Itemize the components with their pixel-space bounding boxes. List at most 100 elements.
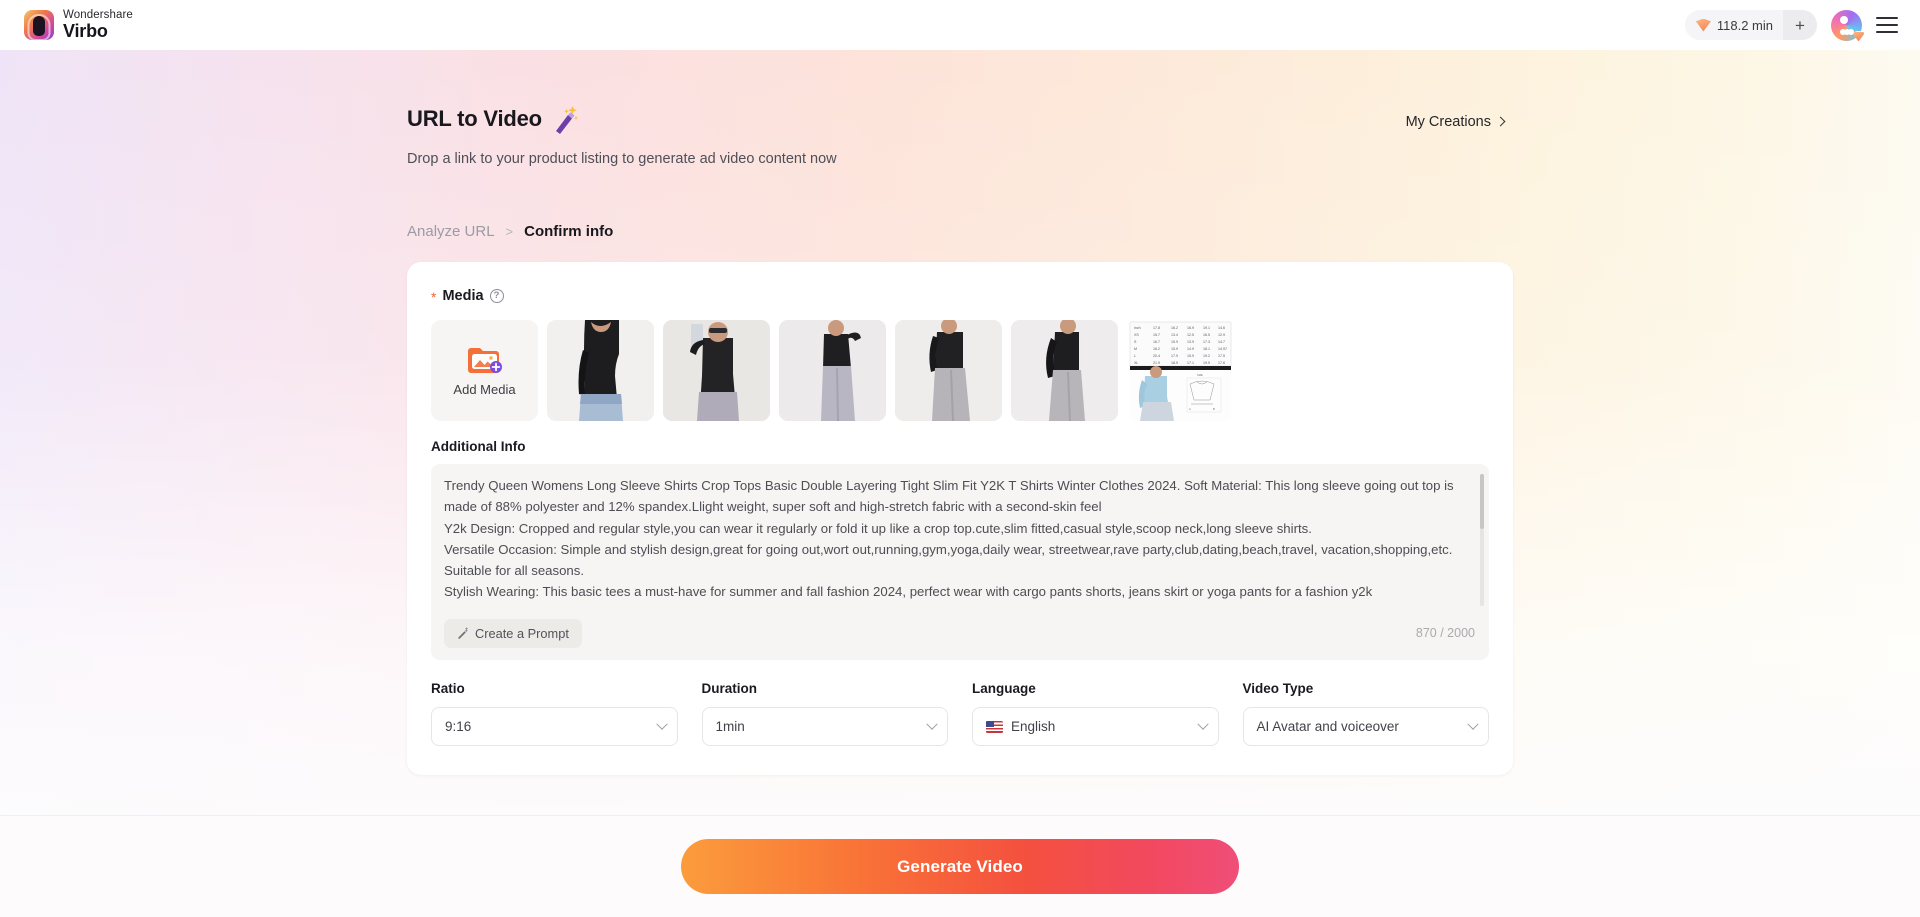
media-thumbnail[interactable] bbox=[1011, 320, 1118, 421]
top-navigation-bar: Wondershare Virbo 118.2 min + bbox=[0, 0, 1920, 50]
brand-logo-group[interactable]: Wondershare Virbo bbox=[24, 8, 133, 41]
svg-text:15.7: 15.7 bbox=[1153, 333, 1160, 337]
ratio-label: Ratio bbox=[431, 681, 465, 696]
settings-fields-row: Ratio 9:16 Duration 1min Language Englis… bbox=[431, 681, 1489, 746]
svg-text:18.1: 18.1 bbox=[1203, 347, 1210, 351]
breadcrumb-step-confirm-info: Confirm info bbox=[524, 223, 614, 240]
svg-text:17.1: 17.1 bbox=[1187, 361, 1194, 365]
svg-text:12.5: 12.5 bbox=[1187, 333, 1194, 337]
svg-text:15.9: 15.9 bbox=[1171, 347, 1178, 351]
svg-text:19.9: 19.9 bbox=[1203, 361, 1210, 365]
svg-text:XS: XS bbox=[1134, 333, 1139, 337]
svg-text:19.2: 19.2 bbox=[1203, 354, 1210, 358]
svg-text:14.9: 14.9 bbox=[1187, 347, 1194, 351]
confirm-info-card: * Media ? Add Media inch 17.8 16.2 16.9 … bbox=[407, 262, 1513, 775]
breadcrumb-separator: > bbox=[505, 224, 514, 239]
virbo-logo-icon bbox=[24, 9, 54, 40]
svg-text:13.4: 13.4 bbox=[1171, 333, 1178, 337]
chevron-down-icon bbox=[926, 718, 938, 730]
my-creations-link[interactable]: My Creations bbox=[1405, 114, 1506, 130]
ratio-select[interactable]: 9:16 bbox=[431, 707, 678, 746]
avatar-premium-badge-icon bbox=[1852, 30, 1865, 42]
media-thumbnail[interactable] bbox=[779, 320, 886, 421]
svg-text:15.9: 15.9 bbox=[1187, 354, 1194, 358]
chevron-down-icon bbox=[1196, 718, 1209, 730]
svg-text:18.9: 18.9 bbox=[1171, 361, 1178, 365]
my-creations-label: My Creations bbox=[1405, 114, 1491, 130]
svg-text:14.97: 14.97 bbox=[1218, 347, 1227, 351]
gem-icon bbox=[1695, 18, 1711, 32]
svg-text:14.6: 14.6 bbox=[1218, 326, 1225, 330]
media-section-label-row: * Media ? bbox=[431, 288, 1489, 304]
ratio-value: 9:16 bbox=[445, 719, 472, 734]
brand-company-name: Wondershare bbox=[63, 8, 133, 21]
svg-text:13.9: 13.9 bbox=[1187, 340, 1194, 344]
svg-text:16.5: 16.5 bbox=[1203, 333, 1210, 337]
add-image-folder-icon bbox=[466, 345, 503, 375]
additional-info-box[interactable]: Trendy Queen Womens Long Sleeve Shirts C… bbox=[431, 464, 1489, 660]
svg-text:A: A bbox=[1189, 407, 1191, 411]
breadcrumb-step-analyze-url[interactable]: Analyze URL bbox=[407, 223, 495, 240]
media-thumbnail-size-chart[interactable]: inch 17.8 16.2 16.9 19.1 14.6 XS 15.7 13.4 12.5 1… bbox=[1127, 320, 1234, 421]
video-type-value: AI Avatar and voiceover bbox=[1256, 719, 1399, 734]
video-type-select[interactable]: AI Avatar and voiceover bbox=[1242, 707, 1489, 746]
language-value-group: English bbox=[986, 719, 1199, 734]
media-section-label: Media bbox=[442, 288, 484, 304]
additional-info-footer: Create a Prompt 870 / 2000 bbox=[431, 606, 1489, 660]
hamburger-menu-icon[interactable] bbox=[1876, 17, 1898, 33]
magic-pen-icon bbox=[457, 627, 469, 639]
svg-text:XL: XL bbox=[1134, 361, 1138, 365]
svg-text:16.9: 16.9 bbox=[1187, 326, 1194, 330]
svg-text:17.3: 17.3 bbox=[1203, 340, 1210, 344]
top-right-controls: 118.2 min + bbox=[1684, 9, 1898, 42]
svg-text:12.9: 12.9 bbox=[1218, 333, 1225, 337]
svg-text:14.7: 14.7 bbox=[1218, 340, 1225, 344]
user-avatar[interactable] bbox=[1831, 9, 1865, 42]
duration-select[interactable]: 1min bbox=[701, 707, 948, 746]
svg-text:17.9: 17.9 bbox=[1171, 354, 1178, 358]
page-title: URL to Video bbox=[407, 106, 542, 131]
footer-action-bar: Generate Video bbox=[0, 815, 1920, 917]
generate-video-button[interactable]: Generate Video bbox=[681, 839, 1239, 894]
additional-info-label: Additional Info bbox=[431, 439, 526, 454]
svg-text:17.8: 17.8 bbox=[1153, 326, 1160, 330]
chevron-down-icon bbox=[655, 718, 668, 730]
video-type-label: Video Type bbox=[1242, 681, 1314, 696]
svg-text:inch: inch bbox=[1134, 326, 1141, 330]
language-label: Language bbox=[972, 681, 1036, 696]
svg-text:18.2: 18.2 bbox=[1153, 347, 1160, 351]
additional-info-text[interactable]: Trendy Queen Womens Long Sleeve Shirts C… bbox=[444, 475, 1467, 612]
svg-text:16.7: 16.7 bbox=[1153, 340, 1160, 344]
language-select[interactable]: English bbox=[972, 707, 1219, 746]
create-a-prompt-label: Create a Prompt bbox=[475, 625, 569, 641]
media-thumbnail[interactable] bbox=[895, 320, 1002, 421]
chevron-down-icon bbox=[1467, 718, 1479, 730]
svg-text:20.4: 20.4 bbox=[1153, 354, 1160, 358]
svg-text:M: M bbox=[1134, 347, 1137, 351]
field-duration: Duration 1min bbox=[701, 681, 948, 746]
field-ratio: Ratio 9:16 bbox=[431, 681, 678, 746]
page-title-row: URL to Video bbox=[407, 104, 837, 134]
page-header: URL to Video Drop a link to your product… bbox=[407, 104, 1506, 167]
brand-product-name: Virbo bbox=[63, 20, 108, 41]
svg-text:17.5: 17.5 bbox=[1218, 354, 1225, 358]
svg-text:15.9: 15.9 bbox=[1171, 340, 1178, 344]
svg-text:21.9: 21.9 bbox=[1153, 361, 1160, 365]
svg-text:17.6: 17.6 bbox=[1218, 361, 1225, 365]
add-media-label: Add Media bbox=[453, 381, 516, 397]
additional-info-scrollbar-thumb[interactable] bbox=[1480, 474, 1484, 529]
svg-text:16.2: 16.2 bbox=[1171, 326, 1178, 330]
credits-pill[interactable]: 118.2 min + bbox=[1684, 10, 1817, 40]
add-credits-button[interactable]: + bbox=[1783, 10, 1817, 40]
add-media-button[interactable]: Add Media bbox=[431, 320, 538, 421]
media-thumbnail[interactable] bbox=[663, 320, 770, 421]
character-counter: 870 / 2000 bbox=[1415, 626, 1475, 640]
media-thumbnail[interactable] bbox=[547, 320, 654, 421]
language-value: English bbox=[1011, 719, 1056, 734]
svg-text:19.1: 19.1 bbox=[1203, 326, 1210, 330]
brand-text: Wondershare Virbo bbox=[63, 8, 133, 41]
field-video-type: Video Type AI Avatar and voiceover bbox=[1242, 681, 1489, 746]
field-language: Language English bbox=[972, 681, 1219, 746]
question-mark-icon[interactable]: ? bbox=[489, 289, 504, 303]
create-a-prompt-button[interactable]: Create a Prompt bbox=[444, 618, 582, 648]
